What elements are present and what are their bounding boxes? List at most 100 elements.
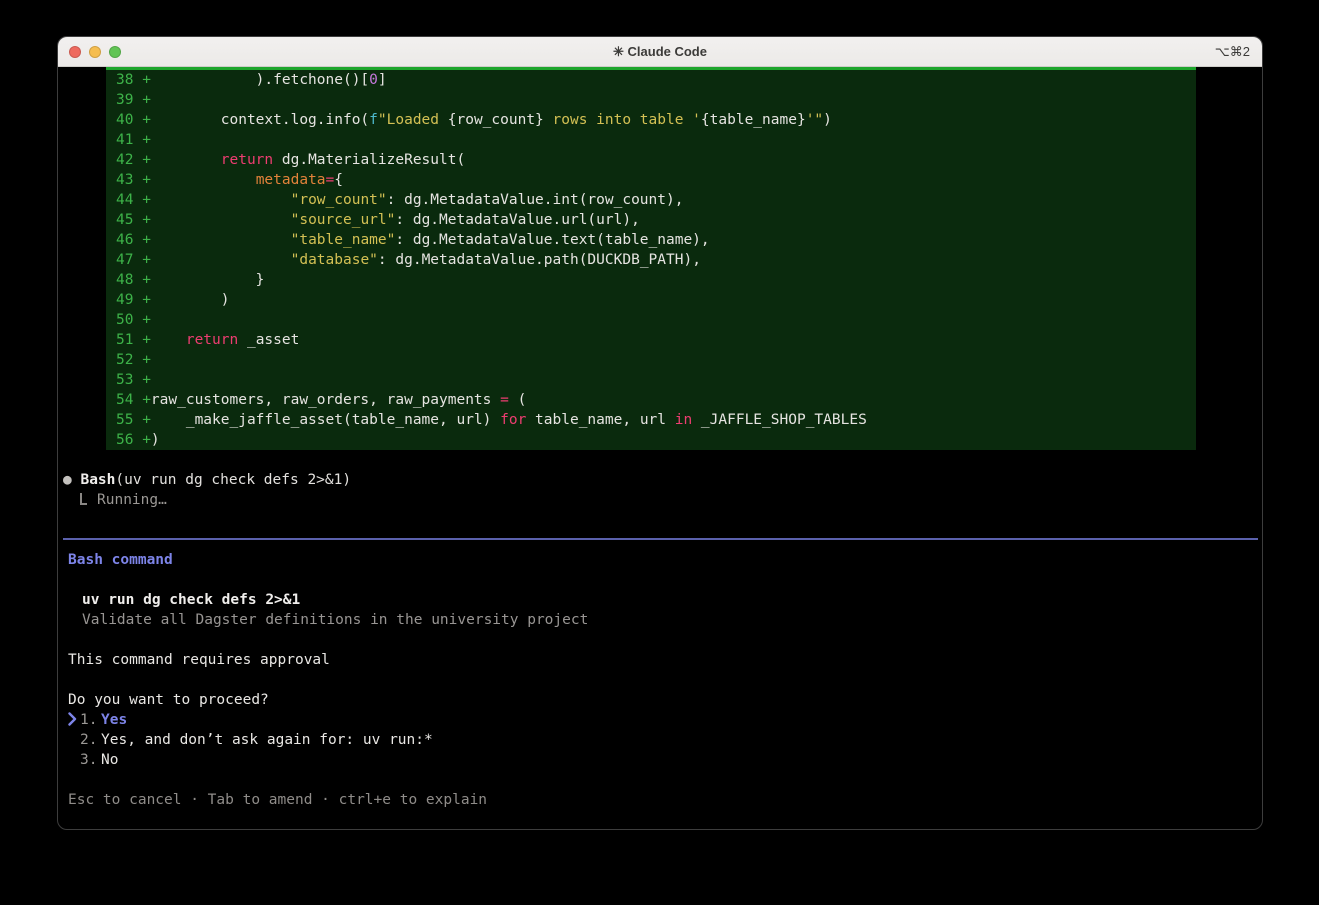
command-text: uv run dg check defs 2>&1 [82, 590, 300, 610]
line-number-and-plus: 41 + [116, 132, 151, 148]
code-segment: } [151, 272, 265, 288]
code-segment [151, 252, 291, 268]
code-segment: : dg.MetadataValue.text(table_name), [395, 232, 709, 248]
option-number: 3. [80, 750, 101, 770]
approval-notice: This command requires approval [68, 650, 330, 670]
diff-lines: 38 + ).fetchone()[0] 39 + 40 + context.log… [106, 70, 1196, 450]
approval-panel-divider [63, 538, 1258, 540]
code-segment: return [186, 332, 238, 348]
line-number-and-plus: 45 + [116, 212, 151, 228]
code-segment: = [500, 392, 509, 408]
code-segment: ).fetchone()[ [151, 72, 369, 88]
code-segment: ] [378, 72, 387, 88]
task-result-line: Running… [63, 490, 167, 510]
code-segment: : dg.MetadataValue.path(DUCKDB_PATH), [378, 252, 701, 268]
diff-line: 38 + ).fetchone()[0] [106, 70, 1196, 90]
code-segment: f [369, 112, 378, 128]
tool-name: Bash [80, 472, 115, 488]
code-segment [151, 192, 291, 208]
code-segment: { [334, 172, 343, 188]
diff-block: 38 + ).fetchone()[0] 39 + 40 + context.log… [106, 67, 1196, 450]
line-number-and-plus: 53 + [116, 372, 151, 388]
diff-line: 50 + [106, 310, 1196, 330]
code-segment: "table_name" [291, 232, 396, 248]
diff-line: 48 + } [106, 270, 1196, 290]
code-segment [151, 212, 291, 228]
code-segment: ) [151, 432, 160, 448]
window-title: ✳ Claude Code [58, 44, 1262, 60]
code-segment: {table_name} [701, 112, 806, 128]
diff-line: 56 +) [106, 430, 1196, 450]
line-number-and-plus: 56 + [116, 432, 151, 448]
code-segment: "source_url" [291, 212, 396, 228]
line-number-and-plus: 39 + [116, 92, 151, 108]
diff-line: 49 + ) [106, 290, 1196, 310]
terminal-window: ✳ Claude Code ⌥⌘2 38 + ).fetchone()[0] 39… [57, 36, 1263, 830]
code-segment [151, 332, 186, 348]
diff-line: 55 + _make_jaffle_asset(table_name, url)… [106, 410, 1196, 430]
line-number-and-plus: 48 + [116, 272, 151, 288]
line-number-and-plus: 50 + [116, 312, 151, 328]
code-segment: {row_count} [448, 112, 544, 128]
window-shortcut: ⌥⌘2 [1215, 44, 1250, 60]
diff-line: 42 + return dg.MaterializeResult( [106, 150, 1196, 170]
terminal-content: 38 + ).fetchone()[0] 39 + 40 + context.log… [58, 67, 1262, 830]
line-number-and-plus: 49 + [116, 292, 151, 308]
code-segment: "Loaded [378, 112, 448, 128]
code-segment [151, 152, 221, 168]
code-segment: _JAFFLE_SHOP_TABLES [692, 412, 867, 428]
option-row[interactable]: 1.Yes [68, 710, 433, 730]
code-segment: "database" [291, 252, 378, 268]
diff-line: 39 + [106, 90, 1196, 110]
selection-chevron-icon [68, 710, 80, 730]
code-segment: context.log.info( [151, 112, 369, 128]
result-elbow-icon [80, 493, 87, 505]
code-segment: table_name, url [526, 412, 674, 428]
code-segment: = [326, 172, 335, 188]
diff-line: 51 + return _asset [106, 330, 1196, 350]
code-segment: rows into table ' [544, 112, 701, 128]
code-segment: : dg.MetadataValue.int(row_count), [387, 192, 684, 208]
option-number: 2. [80, 730, 101, 750]
dialog-title: Bash command [68, 550, 173, 570]
code-segment: return [221, 152, 273, 168]
line-number-and-plus: 47 + [116, 252, 151, 268]
task-bullet-icon: ● [63, 472, 72, 488]
line-number-and-plus: 55 + [116, 412, 151, 428]
code-segment: ( [509, 392, 526, 408]
diff-line: 43 + metadata={ [106, 170, 1196, 190]
code-segment: 0 [369, 72, 378, 88]
option-label: No [101, 752, 118, 768]
code-segment: for [500, 412, 526, 428]
option-row[interactable]: 2.Yes, and don’t ask again for: uv run:* [68, 730, 433, 750]
line-number-and-plus: 51 + [116, 332, 151, 348]
code-segment: raw_customers, raw_orders, raw_payments [151, 392, 500, 408]
options-list: 1.Yes2.Yes, and don’t ask again for: uv … [68, 710, 433, 770]
line-number-and-plus: 44 + [116, 192, 151, 208]
diff-line: 41 + [106, 130, 1196, 150]
line-number-and-plus: 38 + [116, 72, 151, 88]
task-status-line: ● Bash(uv run dg check defs 2>&1) [63, 470, 351, 490]
option-label: Yes, and don’t ask again for: uv run:* [101, 732, 433, 748]
line-number-and-plus: 40 + [116, 112, 151, 128]
code-segment: dg.MaterializeResult( [273, 152, 465, 168]
diff-line: 52 + [106, 350, 1196, 370]
diff-line: 44 + "row_count": dg.MetadataValue.int(r… [106, 190, 1196, 210]
diff-line: 53 + [106, 370, 1196, 390]
option-row[interactable]: 3.No [68, 750, 433, 770]
keyboard-hints: Esc to cancel · Tab to amend · ctrl+e to… [68, 790, 487, 810]
diff-line: 40 + context.log.info(f"Loaded {row_coun… [106, 110, 1196, 130]
diff-line: 54 +raw_customers, raw_orders, raw_payme… [106, 390, 1196, 410]
line-number-and-plus: 43 + [116, 172, 151, 188]
code-segment: in [675, 412, 692, 428]
code-segment: '" [806, 112, 823, 128]
code-segment: ) [823, 112, 832, 128]
code-segment: : dg.MetadataValue.url(url), [395, 212, 639, 228]
proceed-question: Do you want to proceed? [68, 690, 269, 710]
code-segment: ) [151, 292, 230, 308]
option-number: 1. [80, 710, 101, 730]
diff-line: 45 + "source_url": dg.MetadataValue.url(… [106, 210, 1196, 230]
diff-line: 47 + "database": dg.MetadataValue.path(D… [106, 250, 1196, 270]
code-segment [151, 232, 291, 248]
line-number-and-plus: 52 + [116, 352, 151, 368]
